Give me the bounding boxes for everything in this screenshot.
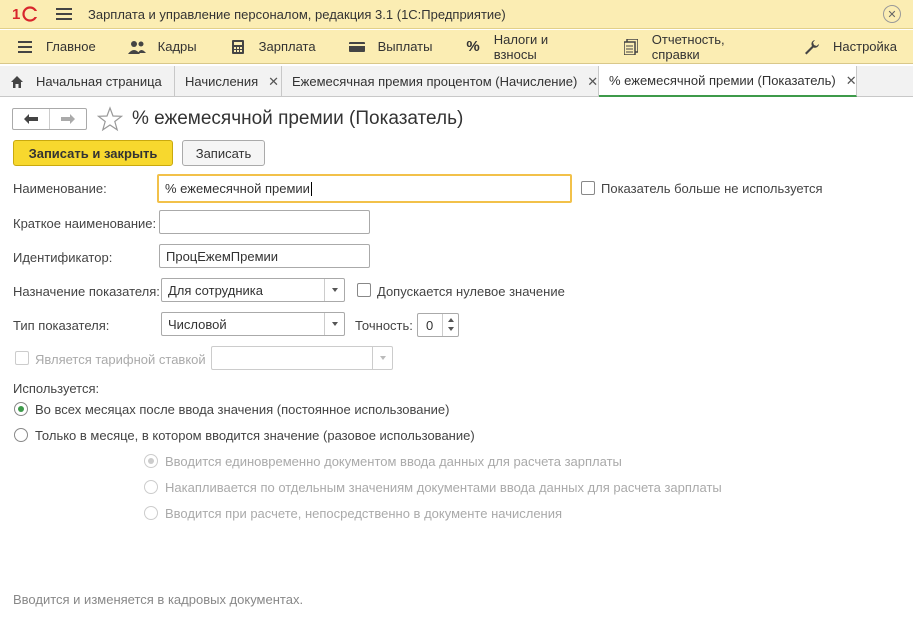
identifier-value: ПроцЕжемПремии: [166, 248, 279, 264]
tariff-select[interactable]: [211, 346, 393, 370]
usage-label: Используется:: [13, 381, 100, 396]
1c-logo-icon: 1: [12, 5, 42, 23]
menu-item-label: Выплаты: [377, 39, 433, 54]
forward-button[interactable]: [50, 109, 86, 129]
wrench-icon: [803, 39, 821, 55]
radio-once[interactable]: [14, 428, 28, 442]
type-label: Тип показателя:: [13, 318, 110, 333]
menu-item-label: Отчетность, справки: [651, 31, 725, 62]
type-select[interactable]: Числовой: [161, 312, 345, 336]
zero-allowed-label: Допускается нулевое значение: [377, 284, 565, 299]
identifier-label: Идентификатор:: [13, 250, 113, 265]
tab-label: Ежемесячная премия процентом (Начисление…: [292, 74, 578, 89]
tab-accruals[interactable]: Начисления ✕: [175, 66, 282, 97]
calculator-icon: [229, 39, 247, 55]
main-menu-icon[interactable]: [56, 8, 72, 20]
tariff-checkbox[interactable]: [15, 351, 29, 365]
app-title: Зарплата и управление персоналом, редакц…: [88, 6, 506, 22]
not-used-checkbox[interactable]: [581, 181, 595, 195]
sub-radio-at-calculation[interactable]: [144, 506, 158, 520]
purpose-value: Для сотрудника: [168, 282, 263, 298]
save-button[interactable]: Записать: [182, 140, 265, 166]
radio-permanent-label: Во всех месяцах после ввода значения (по…: [35, 402, 450, 417]
purpose-label: Назначение показателя:: [13, 284, 160, 299]
short-name-label: Краткое наименование:: [13, 216, 157, 231]
sub-radio-single-entry-label: Вводится единовременно документом ввода …: [165, 454, 622, 469]
chevron-down-icon[interactable]: [324, 313, 344, 335]
stepper-arrows[interactable]: [442, 314, 458, 336]
sub-radio-accumulated-label: Накапливается по отдельным значениям док…: [165, 480, 722, 495]
menu-item-label: Главное: [46, 39, 96, 54]
menu-item-label: Зарплата: [258, 39, 316, 54]
name-label: Наименование:: [13, 181, 107, 196]
close-icon[interactable]: ✕: [587, 74, 598, 90]
name-value: % ежемесячной премии: [165, 181, 310, 196]
back-button[interactable]: [13, 109, 50, 129]
sub-radio-single-entry[interactable]: [144, 454, 158, 468]
indicator-form: % ежемесячной премии (Показатель) Записа…: [0, 98, 913, 625]
close-icon[interactable]: ✕: [883, 5, 901, 23]
tab-label: Начальная страница: [36, 74, 162, 89]
menu-item-reports[interactable]: Отчетность, справки: [607, 30, 771, 64]
arrow-right-icon: [61, 114, 75, 124]
tab-label: % ежемесячной премии (Показатель): [609, 73, 836, 88]
precision-label: Точность:: [355, 318, 413, 333]
sub-radio-accumulated[interactable]: [144, 480, 158, 494]
close-icon[interactable]: ✕: [846, 73, 857, 89]
menu-item-settings[interactable]: Настройка: [787, 30, 897, 64]
tab-home[interactable]: Начальная страница: [0, 66, 175, 97]
menu-item-hr[interactable]: Кадры: [112, 30, 197, 64]
sub-radio-at-calculation-label: Вводится при расчете, непосредственно в …: [165, 506, 563, 521]
reports-icon: [623, 38, 640, 55]
page-title: % ежемесячной премии (Показатель): [132, 108, 464, 129]
menu-item-payments[interactable]: Выплаты: [332, 30, 433, 64]
identifier-input[interactable]: ПроцЕжемПремии: [159, 244, 370, 268]
chevron-down-icon[interactable]: [448, 327, 454, 331]
purpose-select[interactable]: Для сотрудника: [161, 278, 345, 302]
menu-item-taxes[interactable]: % Налоги и взносы: [448, 30, 590, 64]
menu-item-label: Налоги и взносы: [493, 31, 549, 62]
precision-stepper[interactable]: 0: [417, 313, 459, 337]
tab-bar: Начальная страница Начисления ✕ Ежемесяч…: [0, 66, 913, 97]
text-caret: [310, 181, 312, 196]
menu-item-salary[interactable]: Зарплата: [213, 30, 316, 64]
tariff-label: Является тарифной ставкой: [35, 352, 206, 367]
home-icon: [11, 75, 23, 88]
radio-once-label: Только в месяце, в котором вводится знач…: [35, 428, 475, 443]
section-menu: Главное Кадры Зарплата Выплаты % Налоги …: [0, 30, 913, 64]
history-nav: [12, 108, 87, 130]
radio-permanent[interactable]: [14, 402, 28, 416]
type-value: Числовой: [168, 316, 227, 332]
star-icon[interactable]: [97, 106, 123, 132]
chevron-down-icon[interactable]: [372, 347, 392, 369]
zero-allowed-checkbox[interactable]: [357, 283, 371, 297]
people-icon: [127, 39, 146, 55]
arrow-left-icon: [24, 114, 38, 124]
menu-item-main[interactable]: Главное: [0, 30, 96, 64]
wallet-icon: [348, 39, 366, 55]
close-icon[interactable]: ✕: [268, 74, 279, 90]
svg-text:1: 1: [12, 6, 20, 23]
footnote: Вводится и изменяется в кадровых докумен…: [13, 592, 304, 607]
tab-monthly-bonus-accrual[interactable]: Ежемесячная премия процентом (Начисление…: [282, 66, 599, 97]
menu-item-label: Настройка: [833, 39, 897, 54]
not-used-label: Показатель больше не используется: [601, 181, 823, 196]
chevron-up-icon[interactable]: [448, 318, 454, 322]
title-bar: 1 Зарплата и управление персоналом, реда…: [0, 0, 913, 29]
hamburger-icon: [16, 39, 34, 55]
chevron-down-icon[interactable]: [324, 279, 344, 301]
tab-label: Начисления: [185, 74, 259, 89]
save-and-close-button[interactable]: Записать и закрыть: [13, 140, 173, 166]
percent-icon: %: [466, 38, 480, 55]
short-name-input[interactable]: [159, 210, 370, 234]
precision-value: 0: [426, 318, 434, 333]
name-input[interactable]: % ежемесячной премии: [157, 174, 572, 203]
menu-item-label: Кадры: [157, 39, 197, 54]
tab-bonus-indicator[interactable]: % ежемесячной премии (Показатель) ✕: [599, 66, 857, 97]
